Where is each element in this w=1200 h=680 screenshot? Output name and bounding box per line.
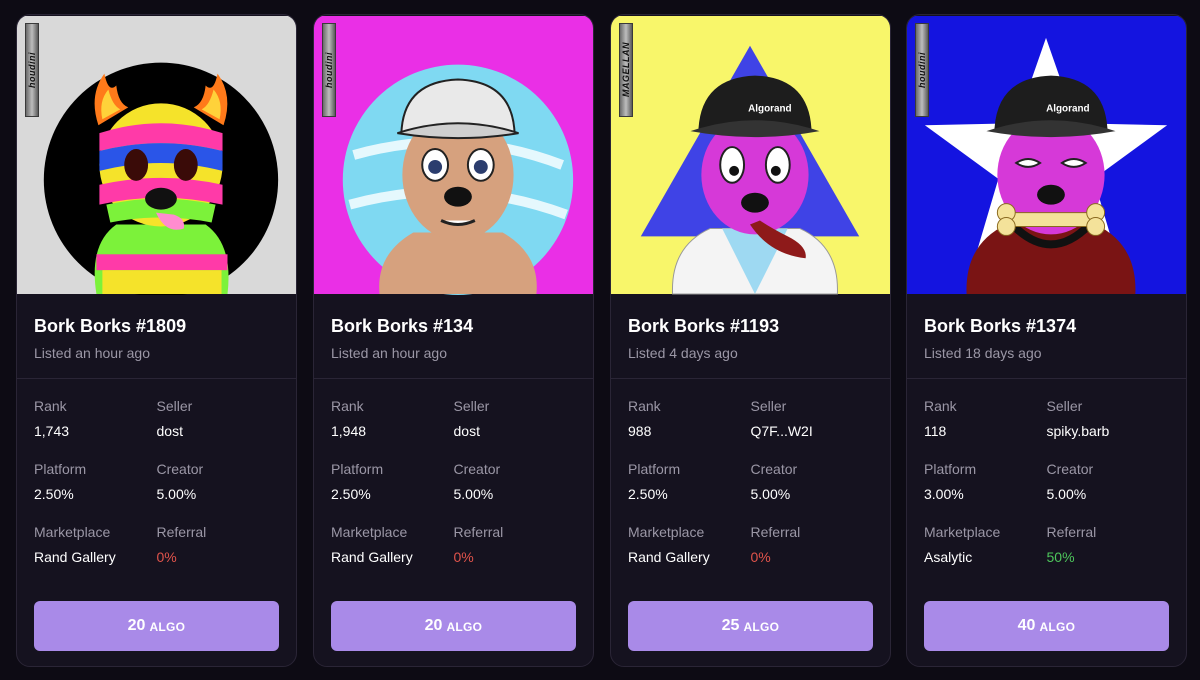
nft-title[interactable]: Bork Borks #1193 (628, 315, 873, 337)
price-currency: ALGO (149, 620, 186, 634)
nft-title[interactable]: Bork Borks #1374 (924, 315, 1169, 337)
nft-title[interactable]: Bork Borks #134 (331, 315, 576, 337)
nft-image[interactable]: Algorand MAGELLAN (611, 15, 890, 295)
rank-value: 1,948 (331, 423, 367, 439)
platform-fee: 2.50% (331, 486, 371, 502)
creator-label: Creator (156, 461, 204, 477)
nft-artwork (314, 15, 593, 295)
buy-button[interactable]: 25 ALGO (628, 601, 873, 651)
platform-fee: 2.50% (34, 486, 74, 502)
buy-button[interactable]: 20 ALGO (34, 601, 279, 651)
buy-button[interactable]: 20 ALGO (331, 601, 576, 651)
seller-value[interactable]: Q7F...W2I (751, 422, 874, 440)
listed-time: Listed 18 days ago (924, 345, 1042, 361)
listed-time: Listed an hour ago (331, 345, 447, 361)
nft-image[interactable]: houdini (17, 15, 296, 295)
referral-value: 0% (453, 549, 474, 565)
listing-grid: houdini Bork Borks #1809 Listed an hour … (0, 0, 1200, 680)
platform-fee: 3.00% (924, 486, 964, 502)
nft-artwork (17, 15, 296, 295)
rank-value: 988 (628, 423, 652, 439)
listed-time: Listed 4 days ago (628, 345, 738, 361)
price-currency: ALGO (446, 620, 483, 634)
nft-artwork: Algorand (611, 15, 890, 295)
rank-value: 1,743 (34, 423, 70, 439)
rank-label: Rank (924, 398, 957, 414)
creator-fee: 5.00% (750, 486, 791, 502)
price-amount: 40 (1017, 617, 1036, 634)
platform-fee: 2.50% (628, 486, 668, 502)
price-amount: 20 (424, 617, 443, 634)
platform-label: Platform (628, 461, 681, 477)
referral-label: Referral (156, 524, 207, 540)
referral-label: Referral (750, 524, 801, 540)
platform-label: Platform (34, 461, 87, 477)
rank-value: 118 (924, 423, 947, 439)
marketplace-value: Rand Gallery (628, 549, 710, 565)
buy-button[interactable]: 40 ALGO (924, 601, 1169, 651)
rank-label: Rank (331, 398, 364, 414)
marketplace-label: Marketplace (924, 524, 1001, 540)
referral-label: Referral (453, 524, 504, 540)
seller-label: Seller (453, 398, 490, 414)
referral-value: 0% (750, 549, 771, 565)
marketplace-value: Rand Gallery (331, 549, 413, 565)
seller-value[interactable]: dost (157, 422, 280, 440)
hat-brand-text: Algorand (1046, 103, 1089, 114)
referral-label: Referral (1046, 524, 1097, 540)
nft-card[interactable]: houdini Bork Borks #1809 Listed an hour … (16, 14, 297, 667)
platform-label: Platform (331, 461, 384, 477)
referral-value: 50% (1046, 549, 1075, 565)
artist-signature: houdini (322, 23, 336, 117)
marketplace-label: Marketplace (628, 524, 705, 540)
artist-signature: houdini (25, 23, 39, 117)
referral-value: 0% (156, 549, 177, 565)
seller-value[interactable]: dost (454, 422, 577, 440)
nft-image[interactable]: houdini (314, 15, 593, 295)
nft-card[interactable]: Algorand MAGELLAN Bork Borks #1193 Liste… (610, 14, 891, 667)
seller-value[interactable]: spiky.barb (1047, 422, 1170, 440)
artist-signature: houdini (915, 23, 929, 117)
creator-label: Creator (1046, 461, 1094, 477)
nft-card[interactable]: Algorand houdini Bork Borks #1374 Listed… (906, 14, 1187, 667)
marketplace-label: Marketplace (34, 524, 111, 540)
seller-label: Seller (750, 398, 787, 414)
listed-time: Listed an hour ago (34, 345, 150, 361)
rank-label: Rank (628, 398, 661, 414)
platform-label: Platform (924, 461, 977, 477)
marketplace-value: Rand Gallery (34, 549, 116, 565)
price-currency: ALGO (743, 620, 780, 634)
nft-artwork: Algorand (907, 15, 1186, 295)
marketplace-value: Asalytic (924, 549, 973, 565)
rank-label: Rank (34, 398, 67, 414)
nft-card[interactable]: houdini Bork Borks #134 Listed an hour a… (313, 14, 594, 667)
seller-label: Seller (1046, 398, 1083, 414)
price-amount: 20 (127, 617, 146, 634)
nft-title[interactable]: Bork Borks #1809 (34, 315, 279, 337)
creator-label: Creator (453, 461, 501, 477)
creator-fee: 5.00% (156, 486, 197, 502)
marketplace-label: Marketplace (331, 524, 408, 540)
nft-image[interactable]: Algorand houdini (907, 15, 1186, 295)
creator-fee: 5.00% (1046, 486, 1087, 502)
creator-fee: 5.00% (453, 486, 494, 502)
seller-label: Seller (156, 398, 193, 414)
artist-signature: MAGELLAN (619, 23, 633, 117)
creator-label: Creator (750, 461, 798, 477)
price-amount: 25 (721, 617, 740, 634)
hat-brand-text: Algorand (748, 103, 791, 114)
price-currency: ALGO (1039, 620, 1076, 634)
